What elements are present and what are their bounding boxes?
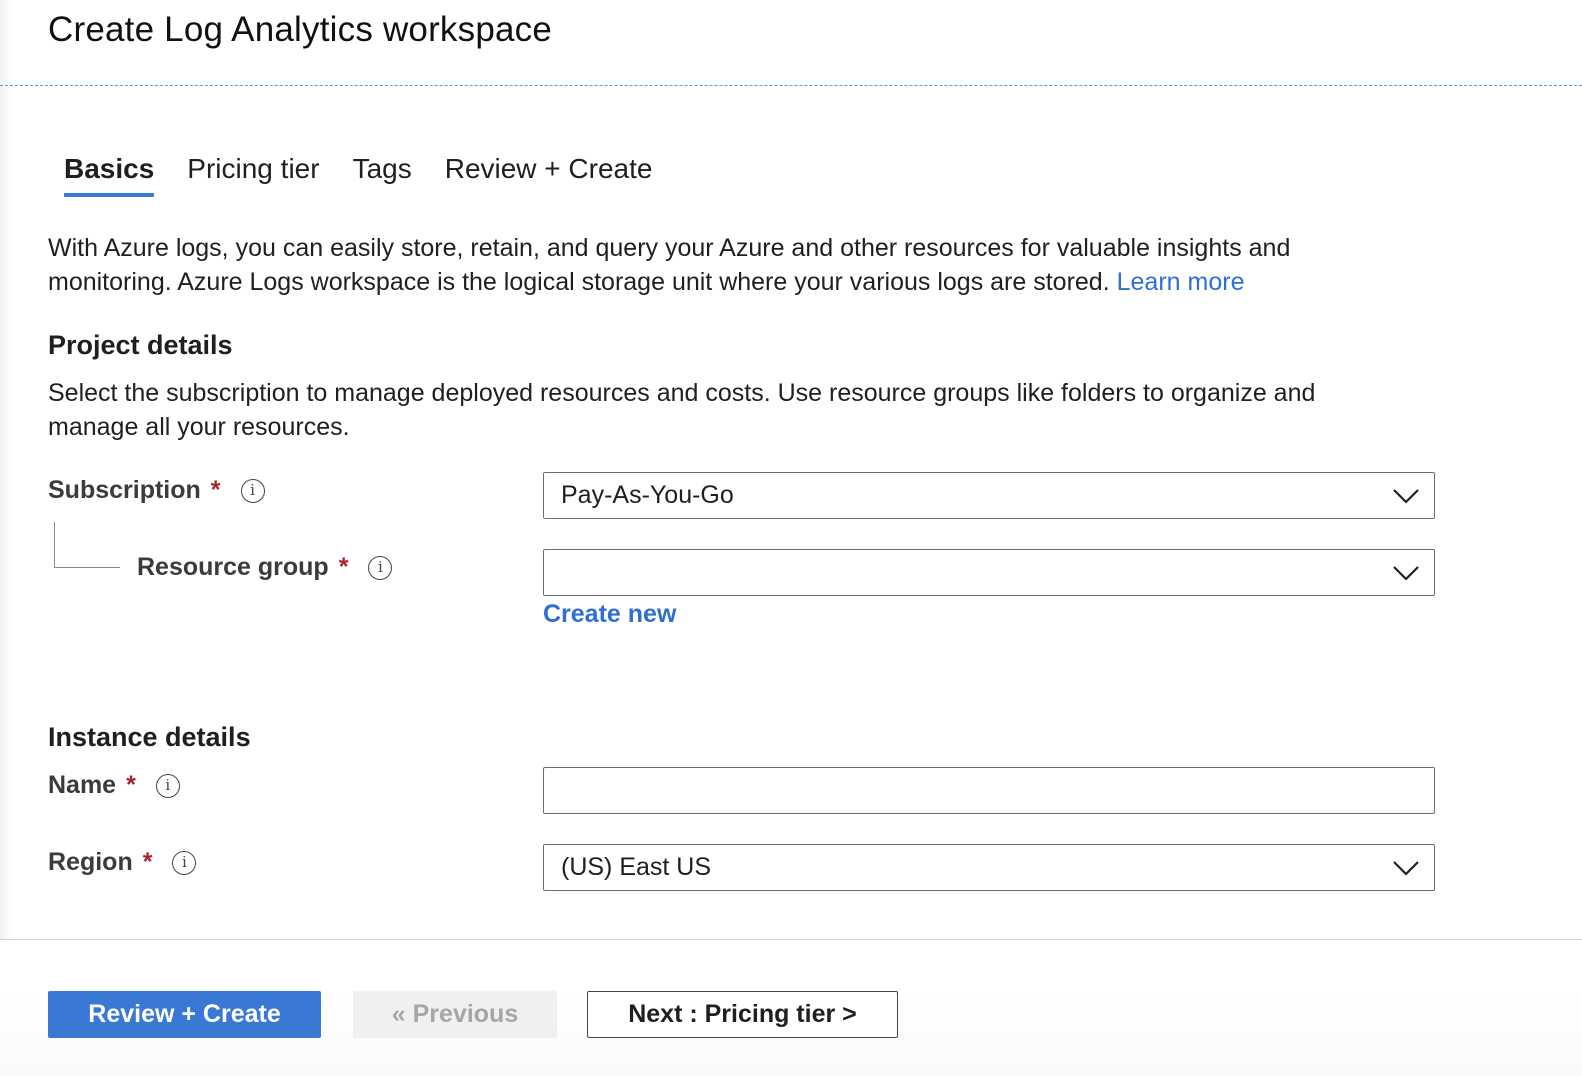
left-edge-shadow [0,0,12,1076]
page-title: Create Log Analytics workspace [48,10,553,49]
footer-divider [0,939,1582,940]
project-details-heading: Project details [48,330,233,360]
required-marker: * [338,553,349,581]
chevron-down-icon [1393,488,1419,504]
subscription-label-text: Subscription [48,476,201,504]
next-pricing-tier-button[interactable]: Next : Pricing tier > [587,991,898,1038]
instance-details-heading: Instance details [48,722,251,752]
required-marker: * [210,476,221,504]
required-marker: * [126,771,136,799]
create-workspace-page: Create Log Analytics workspace Basics Pr… [0,0,1582,1076]
region-label-text: Region [48,848,133,876]
previous-button: « Previous [353,991,557,1038]
info-icon[interactable]: i [368,555,393,580]
name-label-text: Name [48,771,117,799]
review-create-button[interactable]: Review + Create [48,991,321,1038]
resource-group-label-text: Resource group [137,553,329,581]
tab-basics[interactable]: Basics [64,153,155,197]
learn-more-link[interactable]: Learn more [1117,268,1245,296]
info-icon[interactable]: i [240,478,265,503]
region-label: Region * i [48,848,197,877]
region-value: (US) East US [561,853,712,881]
intro-description: With Azure logs, you can easily store, r… [48,231,1378,299]
info-icon[interactable]: i [155,773,180,798]
region-dropdown[interactable]: (US) East US [543,844,1435,891]
chevron-down-icon [1393,860,1419,876]
subscription-label: Subscription * i [48,476,265,505]
tab-pricing-tier[interactable]: Pricing tier [187,153,319,197]
header-divider [0,85,1582,86]
tab-review-create[interactable]: Review + Create [445,153,653,197]
intro-text: With Azure logs, you can easily store, r… [48,234,1291,296]
info-icon[interactable]: i [172,850,197,875]
create-new-resource-group-link[interactable]: Create new [543,600,676,629]
tab-tags[interactable]: Tags [353,153,412,197]
tab-bar: Basics Pricing tier Tags Review + Create [64,153,685,197]
required-marker: * [142,848,153,876]
hierarchy-connector [54,522,120,568]
name-input[interactable] [543,767,1435,814]
resource-group-label: Resource group * i [137,553,393,582]
subscription-dropdown[interactable]: Pay-As-You-Go [543,472,1435,519]
chevron-down-icon [1393,565,1419,581]
subscription-value: Pay-As-You-Go [561,481,734,509]
name-label: Name * i [48,771,180,800]
project-details-description: Select the subscription to manage deploy… [48,379,1316,441]
resource-group-dropdown[interactable] [543,549,1435,596]
